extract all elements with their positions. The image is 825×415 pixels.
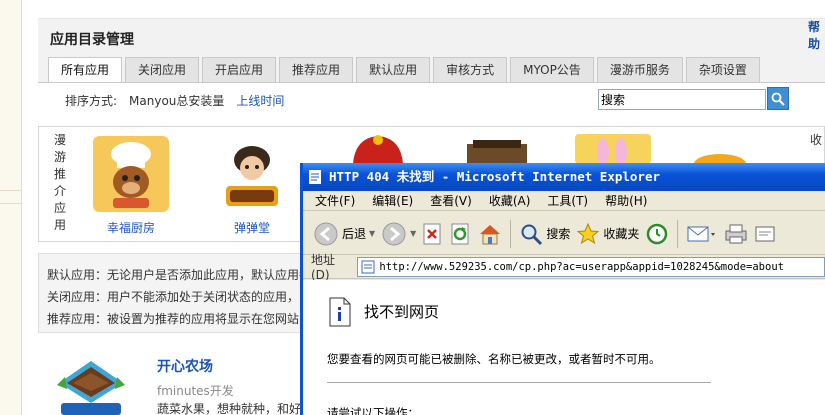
tab-review-mode[interactable]: 审核方式 — [433, 57, 508, 82]
left-frame-divider — [0, 190, 22, 204]
tab-bar: 所有应用 关闭应用 开启应用 推荐应用 默认应用 审核方式 MYOP公告 漫游币… — [48, 57, 760, 83]
favorites-label: 收藏夹 — [603, 227, 640, 241]
app-icon-partial — [694, 154, 746, 164]
sort-bar: 排序方式: Manyou总安装量 上线时间 — [65, 92, 284, 109]
back-arrow-icon — [314, 222, 338, 245]
menu-favorites[interactable]: 收藏(A) — [489, 191, 531, 210]
search-label: 搜索 — [546, 227, 571, 241]
ie-error-window: HTTP 404 未找到 - Microsoft Internet Explor… — [300, 163, 825, 415]
menu-edit[interactable]: 编辑(E) — [372, 191, 413, 210]
page-title: 应用目录管理 — [50, 32, 134, 48]
edit-icon[interactable] — [754, 223, 778, 245]
print-icon[interactable] — [724, 223, 748, 245]
left-frame-strip — [0, 0, 22, 415]
star-icon — [577, 222, 600, 244]
ie-toolbar: 后退 ▼ ▼ 搜索 收藏夹 — [303, 213, 825, 255]
tab-closed-apps[interactable]: 关闭应用 — [125, 57, 200, 82]
sort-label: 排序方式: — [65, 94, 118, 108]
app-item[interactable]: 幸福厨房 — [92, 136, 170, 236]
back-button[interactable]: 后退 ▼ — [313, 221, 375, 247]
app-name: 幸福厨房 — [106, 221, 155, 235]
tab-default-apps[interactable]: 默认应用 — [356, 57, 431, 82]
collect-label: 收 — [810, 133, 823, 147]
error-title: 找不到网页 — [364, 303, 440, 321]
sort-option-installs: Manyou总安装量 — [129, 94, 225, 108]
app-icon-partial — [353, 135, 403, 164]
error-suggestions-heading: 请尝试以下操作： — [327, 406, 419, 415]
farm-app-icon[interactable] — [55, 355, 127, 415]
forward-button[interactable]: ▼ — [381, 221, 416, 247]
tab-all-apps[interactable]: 所有应用 — [48, 57, 123, 83]
search-button[interactable] — [767, 87, 789, 110]
menu-file[interactable]: 文件(F) — [315, 191, 355, 210]
tab-coin-service[interactable]: 漫游币服务 — [596, 57, 683, 82]
toolbar-separator — [510, 219, 512, 248]
page-icon — [361, 260, 375, 273]
chevron-down-icon[interactable]: ▼ — [410, 229, 416, 238]
menu-view[interactable]: 查看(V) — [430, 191, 472, 210]
ie-address-bar: 地址(D) http://www.529235.com/cp.php?ac=us… — [303, 253, 825, 282]
search-input[interactable] — [598, 89, 766, 110]
ie-document-icon — [309, 170, 321, 184]
stop-icon[interactable] — [422, 223, 444, 245]
app-name: 弹弹堂 — [233, 221, 270, 235]
ie-title-bar[interactable]: HTTP 404 未找到 - Microsoft Internet Explor… — [303, 163, 825, 191]
back-label: 后退 — [342, 227, 367, 241]
mail-icon[interactable] — [686, 223, 718, 245]
favorites-toolbar-button[interactable]: 收藏夹 — [576, 222, 639, 246]
tab-underline — [38, 82, 825, 83]
magnifier-icon — [521, 224, 543, 245]
toolbar-separator — [677, 219, 679, 248]
sort-option-online-time[interactable]: 上线时间 — [236, 92, 284, 109]
search-toolbar-button[interactable]: 搜索 — [519, 222, 570, 246]
app-icon-partial — [575, 134, 651, 164]
address-label: 地址(D) — [311, 253, 336, 282]
forward-arrow-icon — [382, 222, 406, 245]
app-list-vertical-label: 漫游推介应用 — [53, 133, 66, 232]
history-icon[interactable] — [645, 222, 669, 246]
featured-app-name[interactable]: 开心农场 — [157, 356, 213, 376]
search-icon — [771, 92, 785, 106]
ie-menu-bar: 文件(F) 编辑(E) 查看(V) 收藏(A) 工具(T) 帮助(H) — [303, 191, 825, 211]
featured-app-developer: fminutes开发 — [157, 384, 234, 398]
ie-content-area: 找不到网页 您要查看的网页可能已被删除、名称已被更改，或者暂时不可用。 请尝试以… — [303, 280, 825, 415]
chevron-down-icon[interactable]: ▼ — [369, 229, 375, 238]
tab-misc-settings[interactable]: 杂项设置 — [685, 57, 760, 82]
ie-window-title: HTTP 404 未找到 - Microsoft Internet Explor… — [329, 169, 660, 184]
address-url: http://www.529235.com/cp.php?ac=userapp&… — [379, 260, 784, 273]
app-icon-partial — [467, 140, 527, 164]
tab-enabled-apps[interactable]: 开启应用 — [202, 57, 277, 82]
error-message: 您要查看的网页可能已被删除、名称已被更改，或者暂时不可用。 — [327, 352, 661, 366]
address-field[interactable]: http://www.529235.com/cp.php?ac=userapp&… — [357, 256, 825, 277]
chef-dog-icon — [93, 136, 169, 212]
refresh-icon[interactable] — [450, 223, 472, 245]
info-page-icon — [329, 297, 351, 327]
ddtank-icon — [214, 136, 290, 212]
app-item[interactable]: 弹弹堂 — [213, 136, 291, 236]
home-icon[interactable] — [478, 223, 502, 245]
tab-recommended-apps[interactable]: 推荐应用 — [279, 57, 354, 82]
error-divider — [327, 382, 711, 383]
tab-myop-notice[interactable]: MYOP公告 — [510, 57, 594, 82]
help-link[interactable]: 帮助 — [808, 18, 825, 52]
menu-help[interactable]: 帮助(H) — [605, 191, 647, 210]
featured-app-description: 蔬菜水果，想种就种，和好 — [157, 402, 302, 415]
menu-tools[interactable]: 工具(T) — [547, 191, 588, 210]
